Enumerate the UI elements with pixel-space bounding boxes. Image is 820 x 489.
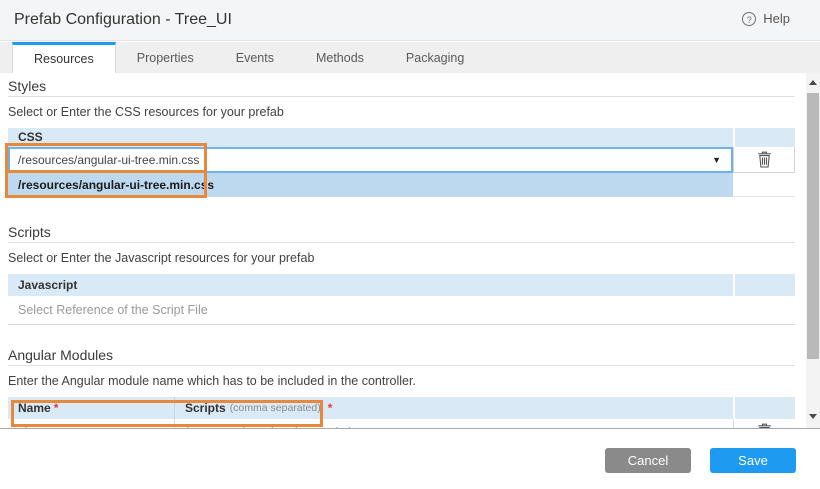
page-title: Prefab Configuration - Tree_UI [14,11,232,29]
help-label: Help [763,11,790,26]
name-header-label: Name [18,401,51,415]
scripts-column-header: Scripts (comma separated) * [175,397,733,419]
angular-modules-description: Enter the Angular module name which has … [8,374,795,388]
scrollbar-down-arrow-icon[interactable] [809,414,817,419]
tab-events[interactable]: Events [215,42,295,73]
dialog-header: Prefab Configuration - Tree_UI ? Help [0,0,820,41]
css-dropdown-option-row: /resources/angular-ui-tree.min.css [8,173,795,197]
javascript-input-row: Select Reference of the Script File [8,296,795,325]
dialog-footer: Cancel Save [0,428,820,489]
javascript-table: Javascript Select Reference of the Scrip… [8,274,795,325]
tab-resources[interactable]: Resources [12,42,116,73]
css-column-header: CSS [8,128,733,147]
css-dropdown-option-selected[interactable]: /resources/angular-ui-tree.min.css [8,173,733,197]
tab-packaging[interactable]: Packaging [385,42,485,73]
javascript-header-action-cell [733,274,795,296]
css-option-action-cell [733,173,795,197]
scripts-header-label: Scripts [185,401,226,415]
css-select-row: /resources/angular-ui-tree.min.css ▼ [8,147,795,173]
required-asterisk: * [328,401,333,415]
cancel-button[interactable]: Cancel [605,448,691,473]
trash-icon [757,151,772,168]
javascript-column-header: Javascript [8,274,733,296]
styles-description: Select or Enter the CSS resources for yo… [8,105,795,119]
chevron-down-icon: ▼ [712,155,731,165]
scrollbar-thumb[interactable] [807,93,819,359]
styles-heading: Styles [8,79,795,97]
help-button[interactable]: ? Help [742,11,790,26]
css-table-header-row: CSS [8,128,795,147]
required-asterisk: * [54,401,59,415]
tab-properties[interactable]: Properties [116,42,215,73]
scripts-description: Select or Enter the Javascript resources… [8,251,795,265]
css-row-action-cell [733,147,795,173]
angular-modules-heading: Angular Modules [8,348,795,366]
help-icon: ? [742,12,756,26]
name-column-header: Name* [8,397,175,419]
save-button[interactable]: Save [710,448,796,473]
css-resource-select[interactable]: /resources/angular-ui-tree.min.css ▼ [8,147,733,173]
scrollbar-up-arrow-icon[interactable] [809,80,817,85]
resources-panel: Styles Select or Enter the CSS resources… [0,73,820,428]
tab-methods[interactable]: Methods [295,42,385,73]
css-resource-select-value: /resources/angular-ui-tree.min.css [10,153,712,167]
javascript-table-header-row: Javascript [8,274,795,296]
vertical-scrollbar[interactable] [806,73,820,428]
scripts-header-note: (comma separated) [230,402,321,414]
javascript-resource-input-placeholder[interactable]: Select Reference of the Script File [8,296,795,324]
css-table: CSS /resources/angular-ui-tree.min.css ▼ [8,128,795,197]
delete-css-resource-button[interactable] [755,149,774,170]
prefab-configuration-dialog: Prefab Configuration - Tree_UI ? Help Re… [0,0,820,489]
modules-header-action-cell [733,397,795,419]
css-header-action-cell [733,128,795,147]
angular-modules-header-row: Name* Scripts (comma separated) * [8,397,795,419]
tab-bar: Resources Properties Events Methods Pack… [0,42,820,73]
scripts-heading: Scripts [8,225,795,243]
